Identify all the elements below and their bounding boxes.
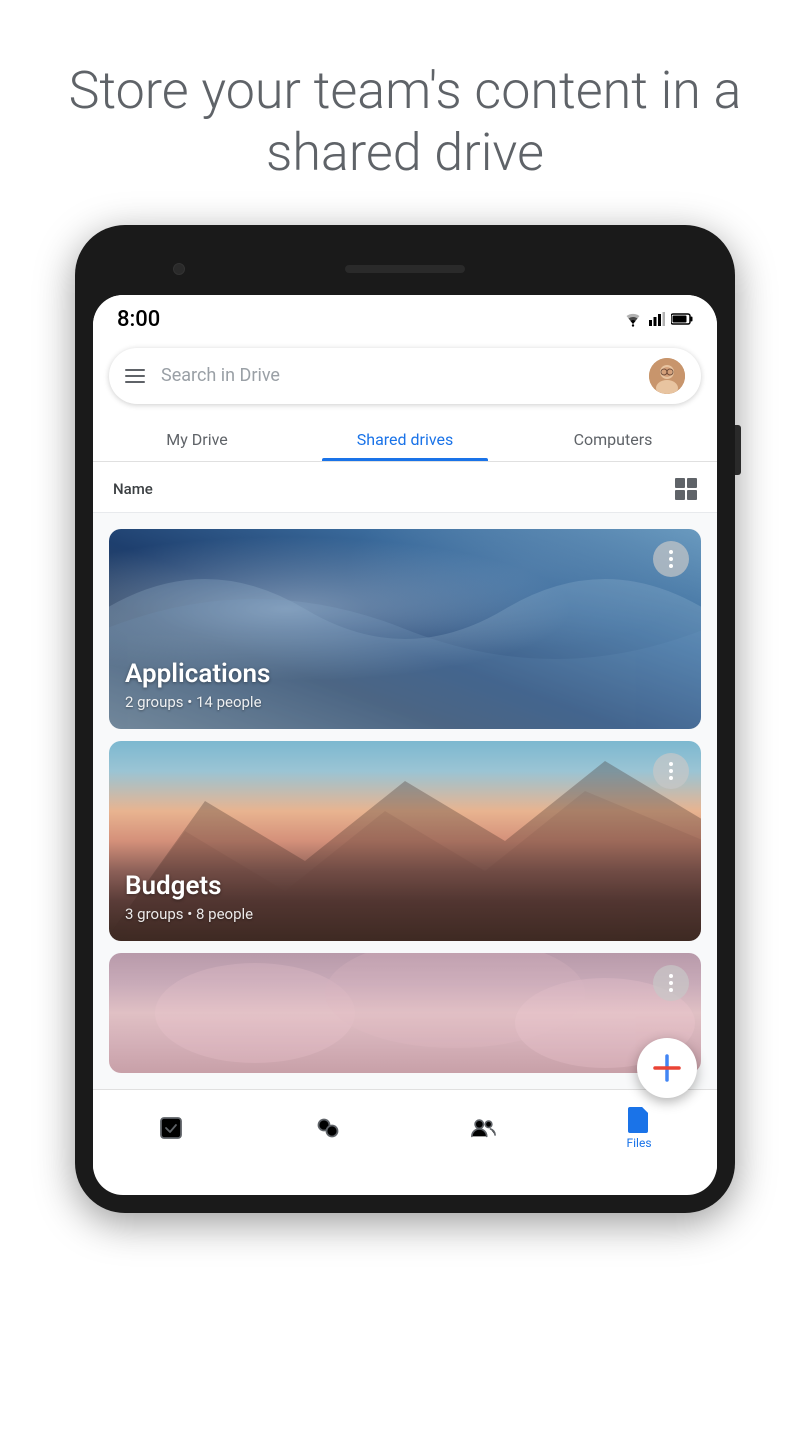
files-icon <box>626 1106 652 1132</box>
battery-icon <box>671 313 693 325</box>
tab-computers[interactable]: Computers <box>509 416 717 461</box>
budgets-title: Budgets <box>125 871 685 901</box>
promo-section: Store your team's content in a shared dr… <box>0 0 810 225</box>
nav-label-files: Files <box>626 1136 651 1150</box>
applications-title: Applications <box>125 659 685 689</box>
status-time: 8:00 <box>117 307 160 332</box>
sort-bar: Name <box>93 462 717 513</box>
phone-camera <box>173 263 185 275</box>
applications-info: Applications 2 groups • 14 people <box>109 643 701 729</box>
fab-plus-icon <box>651 1052 683 1084</box>
third-more-button[interactable] <box>653 965 689 1001</box>
cloud-svg <box>109 953 701 1073</box>
sort-label[interactable]: Name <box>113 480 153 498</box>
nav-item-home[interactable] <box>298 1111 356 1145</box>
content-area: Name <box>93 462 717 1089</box>
hamburger-menu-icon[interactable] <box>125 369 145 383</box>
search-bar[interactable]: Search in Drive <box>109 348 701 404</box>
wifi-icon <box>623 312 643 327</box>
search-bar-container: Search in Drive <box>93 340 717 416</box>
avatar-svg <box>649 358 685 394</box>
three-dots-icon <box>669 974 673 992</box>
budgets-info: Budgets 3 groups • 8 people <box>109 855 701 941</box>
tab-shared-drives[interactable]: Shared drives <box>301 416 509 461</box>
list-view-toggle[interactable] <box>675 478 697 500</box>
search-input-placeholder[interactable]: Search in Drive <box>161 365 633 386</box>
applications-more-button[interactable] <box>653 541 689 577</box>
nav-item-priority[interactable] <box>142 1111 200 1145</box>
phone-top-bar <box>93 243 717 295</box>
budgets-subtitle: 3 groups • 8 people <box>125 905 685 923</box>
tab-my-drive[interactable]: My Drive <box>93 416 301 461</box>
three-dots-icon <box>669 762 673 780</box>
phone-side-button <box>735 425 741 475</box>
nav-item-shared[interactable] <box>454 1111 512 1145</box>
phone-container: 8:00 <box>0 225 810 1213</box>
people-icon <box>470 1115 496 1141</box>
drive-card-budgets[interactable]: Budgets 3 groups • 8 people <box>109 741 701 941</box>
promo-title: Store your team's content in a shared dr… <box>60 60 750 185</box>
tab-navigation: My Drive Shared drives Computers <box>93 416 717 462</box>
signal-icon <box>649 312 665 326</box>
drive-card-applications[interactable]: Applications 2 groups • 14 people <box>109 529 701 729</box>
drive-card-third[interactable] <box>109 953 701 1073</box>
nav-item-files[interactable]: Files <box>610 1102 668 1154</box>
check-square-icon <box>158 1115 184 1141</box>
budgets-more-button[interactable] <box>653 753 689 789</box>
avatar[interactable] <box>649 358 685 394</box>
bottom-navigation: Files <box>93 1089 717 1170</box>
drives-list: Applications 2 groups • 14 people <box>93 513 717 1089</box>
fab-new-button[interactable] <box>637 1038 697 1098</box>
phone-body: 8:00 <box>75 225 735 1213</box>
phone-speaker <box>345 265 465 273</box>
applications-subtitle: 2 groups • 14 people <box>125 693 685 711</box>
three-dots-icon <box>669 550 673 568</box>
status-bar: 8:00 <box>93 295 717 340</box>
content-wrapper: Name <box>93 462 717 1170</box>
status-icons <box>623 312 693 327</box>
avatar-image <box>649 358 685 394</box>
circles-icon <box>314 1115 340 1141</box>
phone-screen: 8:00 <box>93 295 717 1195</box>
